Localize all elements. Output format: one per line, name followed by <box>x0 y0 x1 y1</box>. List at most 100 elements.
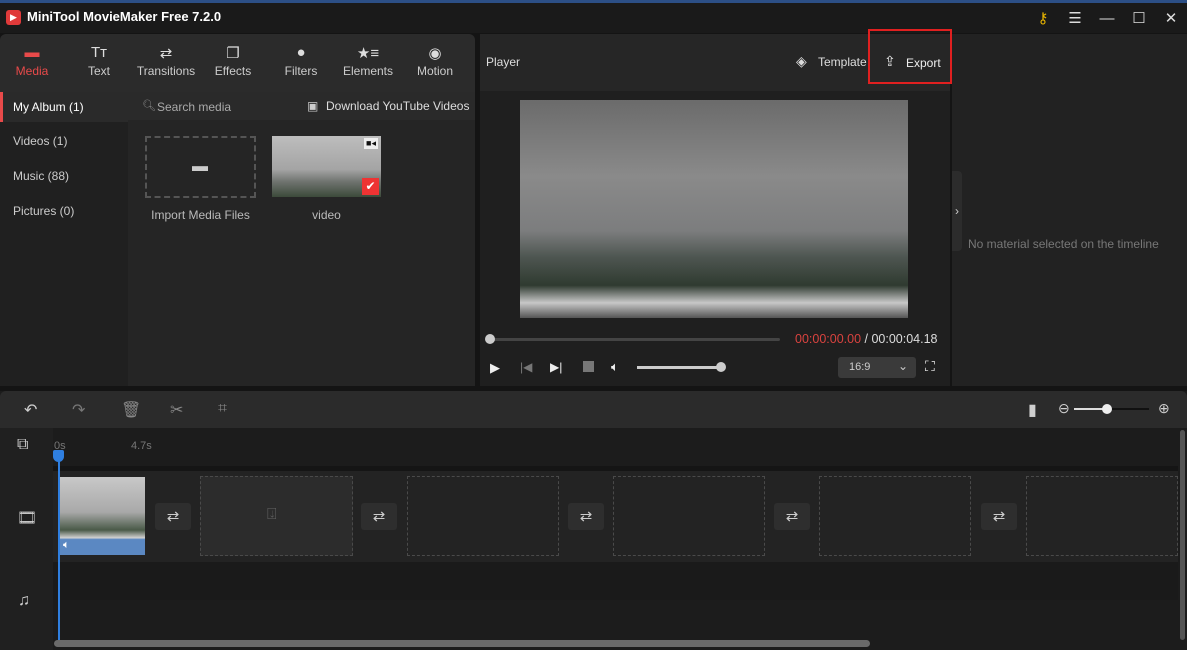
sidebar-item-music[interactable]: Music (88) <box>0 161 128 191</box>
title-bar: ▶ MiniTool MovieMaker Free 7.2.0 ⚷ ☰ — ☐… <box>0 3 1187 33</box>
drop-clip-slot[interactable]: ⍗ <box>200 476 353 556</box>
audio-track <box>53 562 1178 600</box>
tab-filters[interactable]: ● Filters <box>267 34 335 92</box>
volume-handle[interactable] <box>716 362 726 372</box>
stop-button[interactable] <box>583 361 594 372</box>
import-media-label: Import Media Files <box>151 208 250 222</box>
playhead-handle[interactable] <box>53 450 64 462</box>
video-preview <box>520 100 908 318</box>
sidebar-item-videos[interactable]: Videos (1) <box>0 126 128 156</box>
vertical-scrollbar[interactable] <box>1180 430 1185 640</box>
filters-icon: ● <box>296 44 306 61</box>
ruler-label-1: 4.7s <box>131 440 152 452</box>
crop-icon[interactable]: ⌗ <box>218 400 227 418</box>
transition-slot[interactable]: ⇄ <box>155 503 191 530</box>
aspect-ratio-select[interactable]: 16:9 ⌄ <box>838 357 916 378</box>
clip-volume-icon[interactable]: 🔈︎ <box>63 539 70 552</box>
video-label: video <box>312 208 341 222</box>
add-track-icon[interactable]: ⧉ <box>17 436 28 454</box>
player-title: Player <box>486 55 521 69</box>
scissors-icon[interactable]: ✂ <box>170 400 183 420</box>
search-icon: 🔍︎ <box>142 100 156 112</box>
track-headers <box>0 428 53 650</box>
video-thumbnail[interactable]: ■◂ ✔ <box>272 136 381 197</box>
effects-icon: ❐ <box>226 45 240 62</box>
current-time: 00:00:00.00 <box>795 332 862 346</box>
volume-slider[interactable] <box>637 366 722 369</box>
tab-media[interactable]: ▬ Media <box>0 34 66 92</box>
app-title: MiniTool MovieMaker Free 7.2.0 <box>27 9 222 24</box>
key-icon[interactable]: ⚷ <box>1028 7 1058 31</box>
minimize-icon[interactable]: — <box>1092 7 1122 31</box>
maximize-icon[interactable]: ☐ <box>1124 7 1154 31</box>
motion-icon: ◉ <box>428 45 442 62</box>
export-button[interactable]: ⇪ Export <box>868 29 952 84</box>
undo-icon[interactable]: ↶ <box>24 400 37 420</box>
horizontal-scrollbar[interactable] <box>54 640 870 647</box>
download-youtube-button[interactable]: Download YouTube Videos <box>326 99 469 113</box>
youtube-icon: ▣ <box>307 99 319 113</box>
redo-icon[interactable]: ↷ <box>72 400 85 420</box>
time-separator: / <box>861 332 872 346</box>
transition-slot[interactable]: ⇄ <box>774 503 810 530</box>
main-toolbar: ▬ Media Tт Text ⇄ Transitions ❐ Effects ● Fil… <box>0 34 475 92</box>
volume-icon[interactable]: 🔈︎ <box>611 359 619 375</box>
import-media-button[interactable]: ▬ <box>145 136 256 198</box>
zoom-handle[interactable] <box>1102 404 1112 414</box>
media-bar: 🔍︎ Search media ▣ Download YouTube Video… <box>128 92 475 120</box>
video-track-icon: 🎞︎ <box>17 510 38 527</box>
transition-slot[interactable]: ⇄ <box>568 503 604 530</box>
play-button[interactable]: ▶ <box>490 360 500 376</box>
fullscreen-icon[interactable]: ⛶ <box>925 358 935 375</box>
empty-state-text: No material selected on the timeline <box>968 237 1159 251</box>
collapse-panel-button[interactable]: › <box>952 171 962 251</box>
total-time: 00:00:04.18 <box>871 332 938 346</box>
template-icon: ◈ <box>796 53 807 69</box>
previous-frame-button[interactable]: |◀ <box>520 360 532 374</box>
close-icon[interactable]: ✕ <box>1156 7 1186 31</box>
tab-elements[interactable]: ★≡ Elements <box>334 34 402 92</box>
empty-clip-slot[interactable] <box>613 476 765 556</box>
music-track-icon: ♫ <box>18 592 30 609</box>
tab-text[interactable]: Tт Text <box>65 34 133 92</box>
sidebar-item-pictures[interactable]: Pictures (0) <box>0 196 128 226</box>
transition-slot[interactable]: ⇄ <box>981 503 1017 530</box>
folder-icon: ▬ <box>192 158 208 175</box>
delete-icon[interactable]: 🗑︎ <box>121 400 141 420</box>
fit-timeline-icon[interactable]: ▮ <box>1028 400 1037 420</box>
menu-icon[interactable]: ☰ <box>1060 7 1090 31</box>
tab-motion[interactable]: ◉ Motion <box>401 34 469 92</box>
text-icon: Tт <box>90 44 108 61</box>
player-header: Player ◈ Template ⇪ Export <box>480 29 952 91</box>
folder-icon: ▬ <box>24 44 40 61</box>
progress-slider[interactable] <box>490 338 780 341</box>
zoom-out-icon[interactable]: ⊖ <box>1058 400 1070 417</box>
search-input[interactable]: Search media <box>157 100 231 114</box>
video-camera-icon: ■◂ <box>364 138 378 149</box>
properties-panel: › No material selected on the timeline <box>952 34 1187 386</box>
checkmark-icon: ✔ <box>362 178 379 195</box>
zoom-in-icon[interactable]: ⊕ <box>1158 400 1170 417</box>
timeline-toolbar: ↶ ↷ 🗑︎ ✂ ⌗ ▮ ⊖ ⊕ <box>0 391 1187 428</box>
app-logo-icon: ▶ <box>6 10 21 25</box>
sidebar-item-my-album[interactable]: My Album (1) <box>0 92 128 122</box>
transitions-icon: ⇄ <box>159 45 173 62</box>
elements-icon: ★≡ <box>356 45 380 62</box>
chevron-down-icon: ⌄ <box>898 359 909 373</box>
empty-clip-slot[interactable] <box>819 476 971 556</box>
export-label: Export <box>906 56 941 70</box>
next-frame-button[interactable]: ▶| <box>550 360 562 374</box>
progress-handle[interactable] <box>485 334 495 344</box>
empty-clip-slot[interactable] <box>1026 476 1178 556</box>
aspect-ratio-value: 16:9 <box>849 361 871 373</box>
transition-slot[interactable]: ⇄ <box>361 503 397 530</box>
template-button[interactable]: Template <box>818 55 867 69</box>
video-clip[interactable]: 🔈︎ <box>59 477 145 555</box>
playhead[interactable] <box>58 450 60 642</box>
tab-effects[interactable]: ❐ Effects <box>199 34 267 92</box>
empty-clip-slot[interactable] <box>407 476 559 556</box>
time-display: 00:00:00.00 / 00:00:04.18 <box>795 332 938 346</box>
drop-icon: ⍗ <box>267 506 277 523</box>
export-icon: ⇪ <box>884 53 896 69</box>
tab-transitions[interactable]: ⇄ Transitions <box>132 34 200 92</box>
